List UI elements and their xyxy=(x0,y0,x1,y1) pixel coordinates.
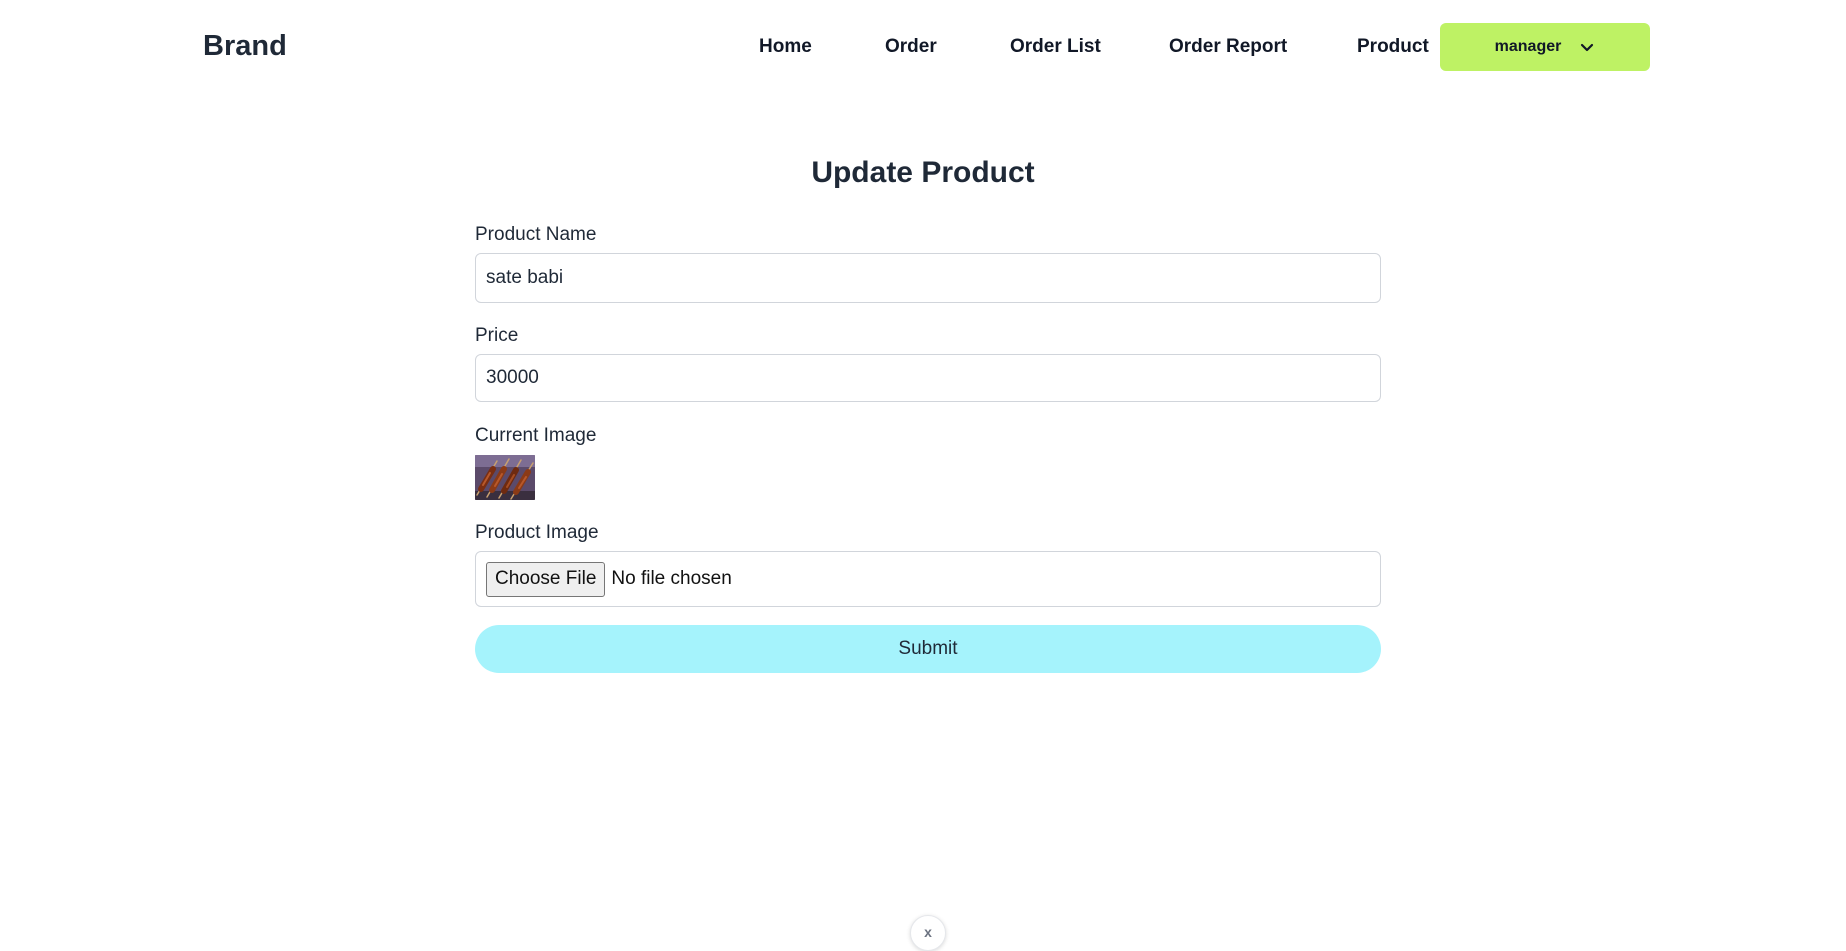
product-name-input[interactable] xyxy=(475,253,1381,303)
close-icon[interactable]: x xyxy=(910,915,946,951)
nav-link-order[interactable]: Order xyxy=(885,36,937,58)
submit-button[interactable]: Submit xyxy=(475,625,1381,673)
file-status-text: No file chosen xyxy=(611,568,732,589)
product-name-label: Product Name xyxy=(475,224,597,245)
product-image-file-input[interactable]: Choose File No file chosen xyxy=(475,551,1381,607)
brand-logo[interactable]: Brand xyxy=(203,30,287,63)
price-label: Price xyxy=(475,325,519,346)
price-input[interactable] xyxy=(475,354,1381,402)
current-product-image xyxy=(475,455,535,500)
nav-link-product[interactable]: Product xyxy=(1357,36,1429,58)
page-title: Update Product xyxy=(811,156,1035,189)
nav-link-home[interactable]: Home xyxy=(759,36,812,58)
choose-file-button[interactable]: Choose File xyxy=(486,561,606,597)
nav-link-order-report[interactable]: Order Report xyxy=(1169,36,1287,58)
chevron-down-icon xyxy=(1581,43,1594,52)
user-menu-button[interactable]: manager xyxy=(1440,23,1650,71)
user-menu-label: manager xyxy=(1494,38,1562,55)
product-image-label: Product Image xyxy=(475,522,599,543)
navbar: Brand Home Order Order List Order Report… xyxy=(0,0,1846,95)
nav-link-order-list[interactable]: Order List xyxy=(1010,36,1101,58)
current-image-label: Current Image xyxy=(475,425,597,446)
